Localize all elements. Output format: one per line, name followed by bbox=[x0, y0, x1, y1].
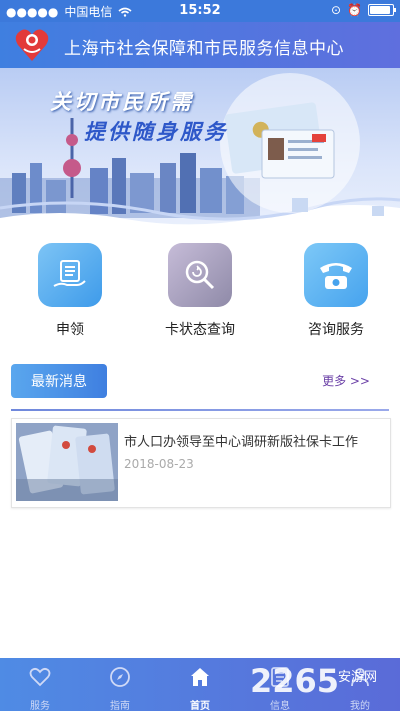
tab-label: 服务 bbox=[30, 701, 50, 712]
banner-slogan-1: 关切市民所需 bbox=[50, 90, 194, 114]
more-link[interactable]: 更多 >> bbox=[322, 372, 370, 389]
menu-label: 咨询服务 bbox=[308, 322, 364, 338]
search-refresh-icon bbox=[168, 243, 232, 307]
tab-label: 首页 bbox=[190, 701, 210, 712]
tab-guide[interactable]: 指南 bbox=[80, 658, 160, 712]
battery-fill bbox=[370, 6, 390, 14]
news-title: 市人口办领导至中心调研新版社保卡工作 bbox=[124, 435, 359, 450]
alarm-icon: ⏰ bbox=[347, 3, 362, 17]
hero-banner[interactable]: 关切市民所需 提供随身服务 bbox=[0, 68, 400, 248]
app-title: 上海市社会保障和市民服务信息中心 bbox=[64, 39, 344, 59]
news-divider bbox=[11, 409, 389, 411]
latest-news-tab[interactable]: 最新消息 bbox=[11, 364, 107, 398]
news-item[interactable]: 市人口办领导至中心调研新版社保卡工作 2018-08-23 bbox=[11, 418, 391, 508]
logo-icon bbox=[15, 29, 49, 61]
menu-label: 申领 bbox=[56, 322, 84, 338]
menu-item-apply[interactable]: 申领 bbox=[15, 243, 125, 339]
news-thumbnail bbox=[16, 423, 118, 501]
status-right: ⊙ ⏰ bbox=[330, 3, 396, 17]
menu-label: 卡状态查询 bbox=[165, 322, 235, 338]
watermark-site: 安游网 bbox=[338, 670, 378, 685]
status-bar: ●●●●● 中国电信 15:52 ⊙ ⏰ bbox=[0, 0, 400, 22]
compass-icon bbox=[110, 667, 130, 687]
service-menu: 申领 卡状态查询 咨询服务 bbox=[0, 240, 400, 340]
news-date: 2018-08-23 bbox=[124, 457, 194, 471]
tab-label: 指南 bbox=[110, 701, 130, 712]
home-icon bbox=[191, 668, 209, 686]
app-header: 上海市社会保障和市民服务信息中心 bbox=[0, 22, 400, 68]
watermark-number: 2265 bbox=[250, 662, 340, 700]
tab-service[interactable]: 服务 bbox=[0, 658, 80, 712]
tab-home[interactable]: 首页 bbox=[160, 658, 240, 712]
banner-slogan-2: 提供随身服务 bbox=[84, 120, 228, 144]
heart-icon bbox=[29, 667, 51, 687]
battery-icon bbox=[368, 4, 396, 16]
menu-item-card-status[interactable]: 卡状态查询 bbox=[145, 243, 255, 339]
news-header: 最新消息 更多 >> bbox=[0, 360, 400, 411]
orientation-lock-icon: ⊙ bbox=[330, 3, 342, 17]
telephone-icon bbox=[304, 243, 368, 307]
menu-item-consult[interactable]: 咨询服务 bbox=[281, 243, 391, 339]
document-hand-icon bbox=[38, 243, 102, 307]
